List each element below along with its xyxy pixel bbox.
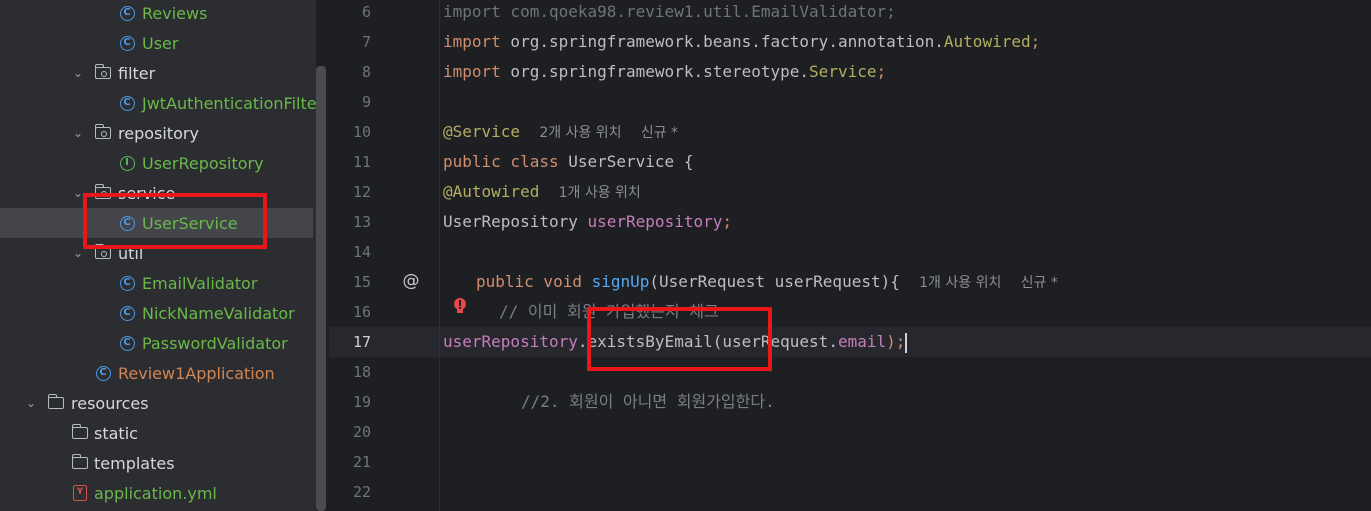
code-line-6[interactable]: import com.qoeka98.review1.util.EmailVal… [443,0,896,27]
text-caret [905,332,908,353]
tree-item-label: User [142,33,179,53]
code-line-11[interactable]: public class UserService { [443,147,693,177]
project-tree[interactable]: C Reviews C User ⌄ filter C JwtAuthentic… [0,0,316,511]
line-number: 20 [352,423,371,441]
tree-item-util[interactable]: ⌄ util [0,238,313,268]
tree-item-static[interactable]: static [0,418,313,448]
chevron-down-icon[interactable]: ⌄ [25,397,37,409]
tree-item-label: templates [94,453,175,473]
line-number: 22 [352,483,371,501]
tree-item-label: EmailValidator [142,273,258,293]
tree-item-review1-application[interactable]: C Review1Application [0,358,313,388]
tree-item-label: service [118,183,176,203]
tree-item-label: application.yml [94,483,217,503]
tree-item-user-repository[interactable]: I UserRepository [0,148,313,178]
code-line-15[interactable]: public void signUp(UserRequest userReque… [476,267,1058,297]
code-line-19[interactable]: //2. 회원이 아니면 회원가입한다. [521,387,775,417]
tree-item-label: util [118,243,144,263]
tree-item-label: UserService [142,213,238,233]
class-icon: C [118,4,136,22]
chevron-down-icon[interactable]: ⌄ [72,127,84,139]
bulb-error-icon[interactable] [453,298,467,316]
line-number: 13 [352,213,371,231]
tree-item-jwt-authentication-filter[interactable]: C JwtAuthenticationFilter [0,88,316,118]
tree-item-service[interactable]: ⌄ service [0,178,313,208]
tree-item-label: Reviews [142,3,208,23]
folder-icon [71,454,89,472]
line-number: 19 [352,393,371,411]
tree-item-reviews[interactable]: C Reviews [0,0,313,28]
tree-item-resources[interactable]: ⌄ resources [0,388,313,418]
tree-item-user[interactable]: C User [0,28,313,58]
interface-icon: I [118,154,136,172]
class-icon: C [118,214,136,232]
tree-item-label: UserRepository [142,153,264,173]
chevron-down-icon[interactable]: ⌄ [72,67,84,79]
tree-item-label: resources [71,393,149,413]
line-number: 16 [352,303,371,321]
tree-item-password-validator[interactable]: C PasswordValidator [0,328,313,358]
line-number: 12 [352,183,371,201]
author-hint[interactable]: 신규 * [1021,275,1058,291]
line-number: 18 [352,363,371,381]
author-hint[interactable]: 신규 * [641,125,678,141]
line-number: 7 [361,33,371,51]
tree-item-user-service[interactable]: C UserService [0,208,313,238]
tree-item-filter[interactable]: ⌄ filter [0,58,313,88]
line-number: 11 [352,153,371,171]
code-line-10[interactable]: @Service 2개 사용 위치 신규 * [443,117,678,147]
line-number: 9 [361,93,371,111]
class-icon: C [118,334,136,352]
code-editor[interactable]: 6 7 8 9 10 11 12 13 14 15 16 17 18 19 20… [329,0,1371,511]
tree-scrollbar[interactable] [316,66,326,511]
package-icon [94,184,112,202]
tree-item-application-yml[interactable]: Y application.yml [0,478,313,508]
spring-app-class-icon: C [94,364,112,382]
tree-item-label: Review1Application [118,363,275,383]
yaml-file-icon: Y [71,484,89,502]
fold-guide [439,0,440,511]
chevron-down-icon[interactable]: ⌄ [72,187,84,199]
line-number: 14 [352,243,371,261]
usage-hint[interactable]: 2개 사용 위치 [539,125,621,141]
folder-icon [71,424,89,442]
usage-hint[interactable]: 1개 사용 위치 [559,185,641,201]
override-at-icon[interactable]: @ [399,270,423,292]
code-line-16[interactable]: // 이미 회원 가입했는지 체크 [499,297,719,327]
code-line-7[interactable]: import org.springframework.beans.factory… [443,27,1040,57]
tree-item-label: filter [118,63,156,83]
usage-hint[interactable]: 1개 사용 위치 [919,275,1001,291]
tree-item-nickname-validator[interactable]: C NickNameValidator [0,298,313,328]
package-icon [94,124,112,142]
code-line-13[interactable]: UserRepository userRepository; [443,207,732,237]
tree-item-email-validator[interactable]: C EmailValidator [0,268,313,298]
package-icon [94,64,112,82]
resource-folder-icon [47,394,65,412]
code-line-12[interactable]: @Autowired 1개 사용 위치 [443,177,641,207]
line-number: 6 [361,3,371,21]
tree-item-label: PasswordValidator [142,333,288,353]
tree-item-label: repository [118,123,199,143]
package-icon [94,244,112,262]
class-icon: C [118,34,136,52]
class-icon: C [118,304,136,322]
chevron-down-icon[interactable]: ⌄ [72,247,84,259]
code-line-17[interactable]: userRepository.existsByEmail(userRequest… [443,327,908,357]
line-number: 21 [352,453,371,471]
tree-item-label: NickNameValidator [142,303,295,323]
code-line-8[interactable]: import org.springframework.stereotype.Se… [443,57,886,87]
tree-item-repository[interactable]: ⌄ repository [0,118,313,148]
tree-item-label: JwtAuthenticationFilter [142,93,316,113]
tree-item-templates[interactable]: templates [0,448,313,478]
line-number: 10 [352,123,371,141]
line-number-current: 17 [352,333,371,351]
class-icon: C [118,94,136,112]
class-icon: C [118,274,136,292]
line-number: 8 [361,63,371,81]
line-number: 15 [352,273,371,291]
tree-item-label: static [94,423,138,443]
